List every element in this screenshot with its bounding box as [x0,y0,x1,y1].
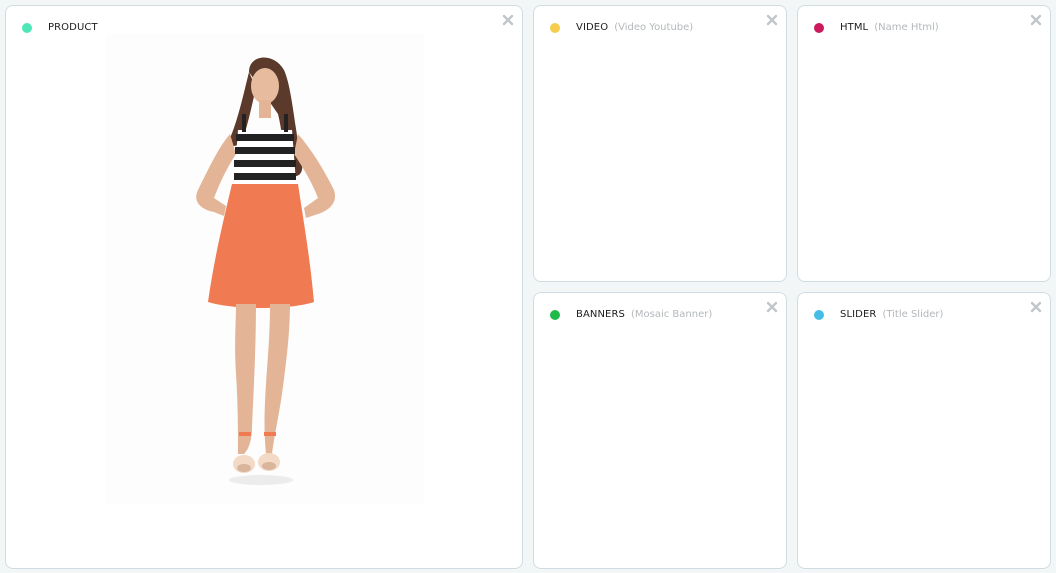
close-icon[interactable] [1030,301,1042,313]
close-icon[interactable] [766,301,778,313]
status-dot [814,309,824,320]
card-subtitle: (Title Slider) [882,309,944,320]
card-header: SLIDER (Title Slider) [814,309,943,320]
product-photo-icon [196,57,336,485]
html-card[interactable]: HTML (Name Html) [797,5,1051,282]
slider-card[interactable]: SLIDER (Title Slider) [797,292,1051,569]
card-title: BANNERS [576,309,625,320]
close-icon[interactable] [766,14,778,26]
card-title: HTML [840,22,869,33]
status-dot [22,22,32,33]
card-header: HTML (Name Html) [814,22,939,33]
card-header: PRODUCT [22,22,98,33]
close-icon[interactable] [1030,14,1042,26]
card-title: SLIDER [840,309,877,320]
card-title: VIDEO [576,22,609,33]
card-header: BANNERS (Mosaic Banner) [550,309,712,320]
status-dot [550,309,560,320]
close-icon[interactable] [502,14,514,26]
card-header: VIDEO (Video Youtube) [550,22,693,33]
card-title: PRODUCT [48,22,98,33]
video-card[interactable]: VIDEO (Video Youtube) [533,5,787,282]
status-dot [550,22,560,33]
card-subtitle: (Name Html) [874,22,939,33]
status-dot [814,22,824,33]
product-card[interactable]: PRODUCT [5,5,523,569]
product-image [106,34,424,504]
banners-card[interactable]: BANNERS (Mosaic Banner) [533,292,787,569]
widget-board: PRODUCT VIDEO (Video Youtube) HTML (Name… [0,0,1056,573]
card-subtitle: (Video Youtube) [614,22,694,33]
card-subtitle: (Mosaic Banner) [630,309,713,320]
